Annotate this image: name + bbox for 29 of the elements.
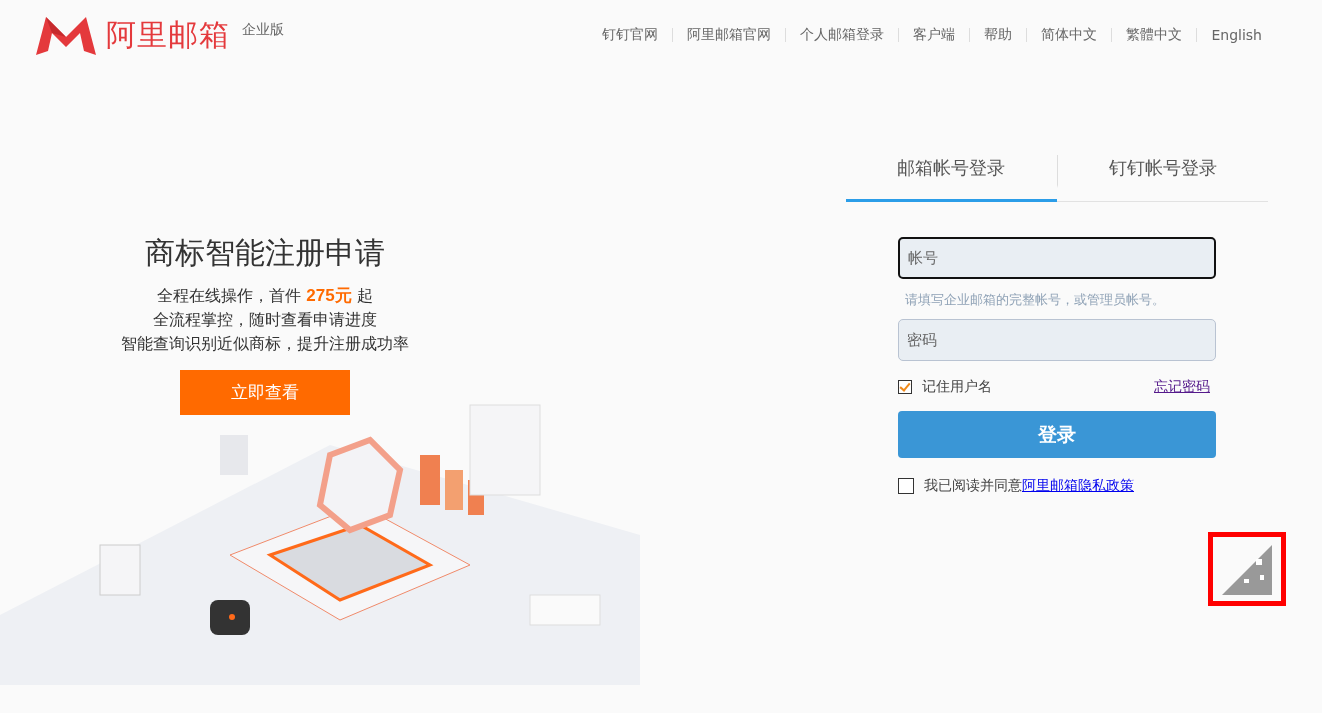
agree-label: 我已阅读并同意 xyxy=(924,477,1022,495)
nav-link[interactable]: 帮助 xyxy=(976,26,1021,44)
nav-link[interactable]: 阿里邮箱官网 xyxy=(679,26,780,44)
promo-title: 商标智能注册申请 xyxy=(145,234,385,272)
nav-link[interactable]: 个人邮箱登录 xyxy=(792,26,893,44)
nav-link[interactable]: 简体中文 xyxy=(1033,26,1106,44)
password-field[interactable]: 密码 xyxy=(898,319,1216,361)
promo-text: 起 xyxy=(355,286,373,305)
remember-checkbox[interactable] xyxy=(898,380,912,394)
price-text: 275元 xyxy=(306,286,352,305)
edition-label: 企业版 xyxy=(242,20,284,39)
login-tab[interactable]: 邮箱帐号登录 xyxy=(846,155,1057,202)
promo-text: 全程在线操作，首件 xyxy=(157,286,303,305)
nav-link[interactable]: English xyxy=(1203,27,1270,43)
nav-link[interactable]: 繁體中文 xyxy=(1118,26,1191,44)
logo-icon xyxy=(34,15,98,55)
nav-link[interactable]: 钉钉官网 xyxy=(594,26,667,44)
promo-text: 全流程掌控，随时查看申请进度 xyxy=(152,309,378,331)
logo-text: 阿里邮箱 xyxy=(106,15,230,54)
login-tab[interactable]: 钉钉帐号登录 xyxy=(1056,155,1268,188)
agree-checkbox[interactable] xyxy=(898,478,914,494)
forgot-password-link[interactable]: 忘记密码 xyxy=(1154,378,1210,396)
account-hint: 请填写企业邮箱的完整帐号，或管理员帐号。 xyxy=(904,291,1166,309)
remember-label: 记住用户名 xyxy=(922,378,992,396)
login-button[interactable]: 登录 xyxy=(898,411,1216,458)
promo-text: 智能查询识别近似商标，提升注册成功率 xyxy=(121,333,409,355)
account-field[interactable]: 帐号 xyxy=(898,237,1216,279)
nav-link[interactable]: 客户端 xyxy=(905,26,964,44)
privacy-policy-link[interactable]: 阿里邮箱隐私政策 xyxy=(1022,477,1134,495)
